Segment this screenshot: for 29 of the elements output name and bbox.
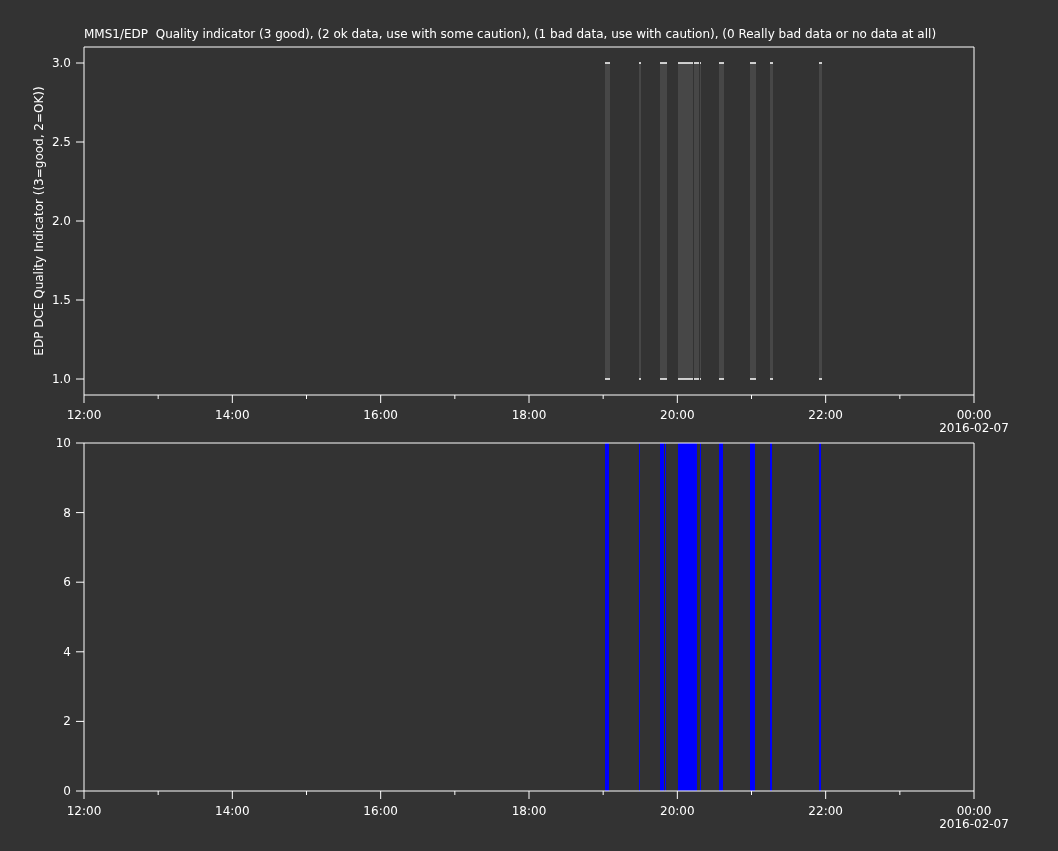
y-tick-label: 2.5 (51, 135, 71, 149)
x-tick-label: 16:00 (363, 408, 398, 422)
x-tick-label: 16:00 (363, 804, 398, 818)
x-tick-label: 18:00 (511, 804, 547, 818)
x-tick-label: 00:00 (956, 804, 992, 818)
date-label: 2016-02-07 (939, 421, 1009, 435)
y-tick-label: 6 (63, 575, 71, 590)
x-tick-label: 14:00 (215, 408, 250, 422)
x-tick-label: 12:00 (66, 804, 102, 818)
x-tick-label: 00:00 (956, 408, 992, 422)
date-label: 2016-02-07 (939, 817, 1009, 831)
plot-title: MMS1/EDP Quality indicator (3 good), (2 ok data, use with some caution), (1 bad data, use with caution), (0 Really bad data or no data at all) (83, 26, 938, 43)
x-tick-label: 14:00 (215, 804, 250, 818)
y-tick-label: 3.0 (51, 56, 71, 70)
x-tick-label: 22:00 (808, 804, 843, 818)
y-tick-label: 10 (55, 436, 71, 450)
y-tick-label: 1.0 (51, 372, 71, 386)
y-axis-label: EDP DCE Quality Indicator ((3=good, 2=OK)) (32, 86, 46, 356)
x-tick-label: 20:00 (660, 804, 695, 818)
y-tick-label: 4 (63, 644, 71, 659)
y-tick-label: 2.0 (51, 214, 71, 228)
y-tick-label: 1.5 (51, 293, 71, 307)
x-tick-label: 22:00 (808, 408, 843, 422)
y-tick-label: 0 (63, 784, 71, 798)
x-tick-label: 20:00 (660, 408, 695, 422)
x-tick-label: 18:00 (511, 408, 547, 422)
y-tick-label: 2 (63, 714, 71, 729)
y-tick-label: 8 (63, 505, 71, 520)
x-tick-label: 12:00 (66, 408, 102, 422)
